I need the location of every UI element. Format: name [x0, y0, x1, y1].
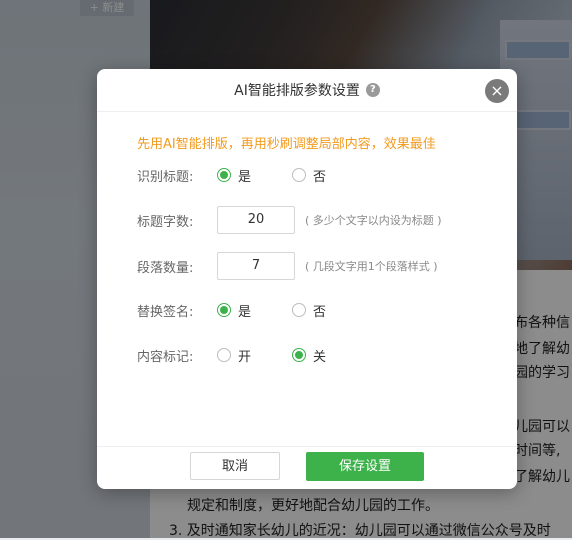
close-button[interactable]: × [485, 79, 509, 103]
radio-label: 关 [313, 349, 327, 365]
ai-layout-settings-dialog: AI智能排版参数设置 ? × 先用AI智能排版，再用秒刷调整局部内容，效果最佳 … [97, 69, 517, 489]
title-chars-row: 标题字数: 20 ( 多少个文字以内设为标题 ) [137, 205, 442, 235]
dialog-footer: 取消 保存设置 [97, 446, 517, 490]
radio-label: 开 [238, 349, 252, 365]
radio-unchecked-icon [292, 168, 306, 182]
replace-signature-no-radio[interactable]: 否 [292, 301, 326, 320]
content-mark-label: 内容标记: [137, 349, 194, 365]
dialog-header: AI智能排版参数设置 ? [97, 69, 517, 112]
paragraph-count-hint: ( 几段文字用1个段落样式 ) [305, 260, 438, 273]
recognize-title-no-radio[interactable]: 否 [292, 166, 326, 185]
title-chars-hint: ( 多少个文字以内设为标题 ) [305, 214, 442, 227]
tip-text: 先用AI智能排版，再用秒刷调整局部内容，效果最佳 [137, 137, 436, 152]
radio-checked-icon [217, 303, 231, 317]
radio-unchecked-icon [217, 348, 231, 362]
radio-label: 否 [313, 169, 327, 185]
replace-signature-row: 替换签名: 是 否 [137, 295, 326, 325]
radio-unchecked-icon [292, 303, 306, 317]
recognize-title-label: 识别标题: [137, 169, 194, 185]
content-mark-row: 内容标记: 开 关 [137, 340, 326, 370]
title-chars-input[interactable]: 20 [217, 206, 295, 234]
radio-checked-icon [292, 348, 306, 362]
radio-label: 否 [313, 304, 327, 320]
content-mark-on-radio[interactable]: 开 [217, 346, 292, 365]
recognize-title-row: 识别标题: 是 否 [137, 160, 326, 190]
replace-signature-yes-radio[interactable]: 是 [217, 301, 292, 320]
radio-label: 是 [238, 169, 252, 185]
title-chars-label: 标题字数: [137, 214, 194, 230]
cancel-button[interactable]: 取消 [190, 452, 280, 480]
paragraph-count-input[interactable]: 7 [217, 252, 295, 280]
paragraph-count-row: 段落数量: 7 ( 几段文字用1个段落样式 ) [137, 251, 438, 281]
save-settings-button[interactable]: 保存设置 [306, 452, 424, 481]
radio-checked-icon [217, 168, 231, 182]
content-mark-off-radio[interactable]: 关 [292, 346, 326, 365]
dialog-title: AI智能排版参数设置 [234, 83, 360, 99]
replace-signature-label: 替换签名: [137, 304, 194, 320]
recognize-title-yes-radio[interactable]: 是 [217, 166, 292, 185]
paragraph-count-label: 段落数量: [137, 260, 194, 276]
help-icon[interactable]: ? [365, 83, 380, 97]
radio-label: 是 [238, 304, 252, 320]
